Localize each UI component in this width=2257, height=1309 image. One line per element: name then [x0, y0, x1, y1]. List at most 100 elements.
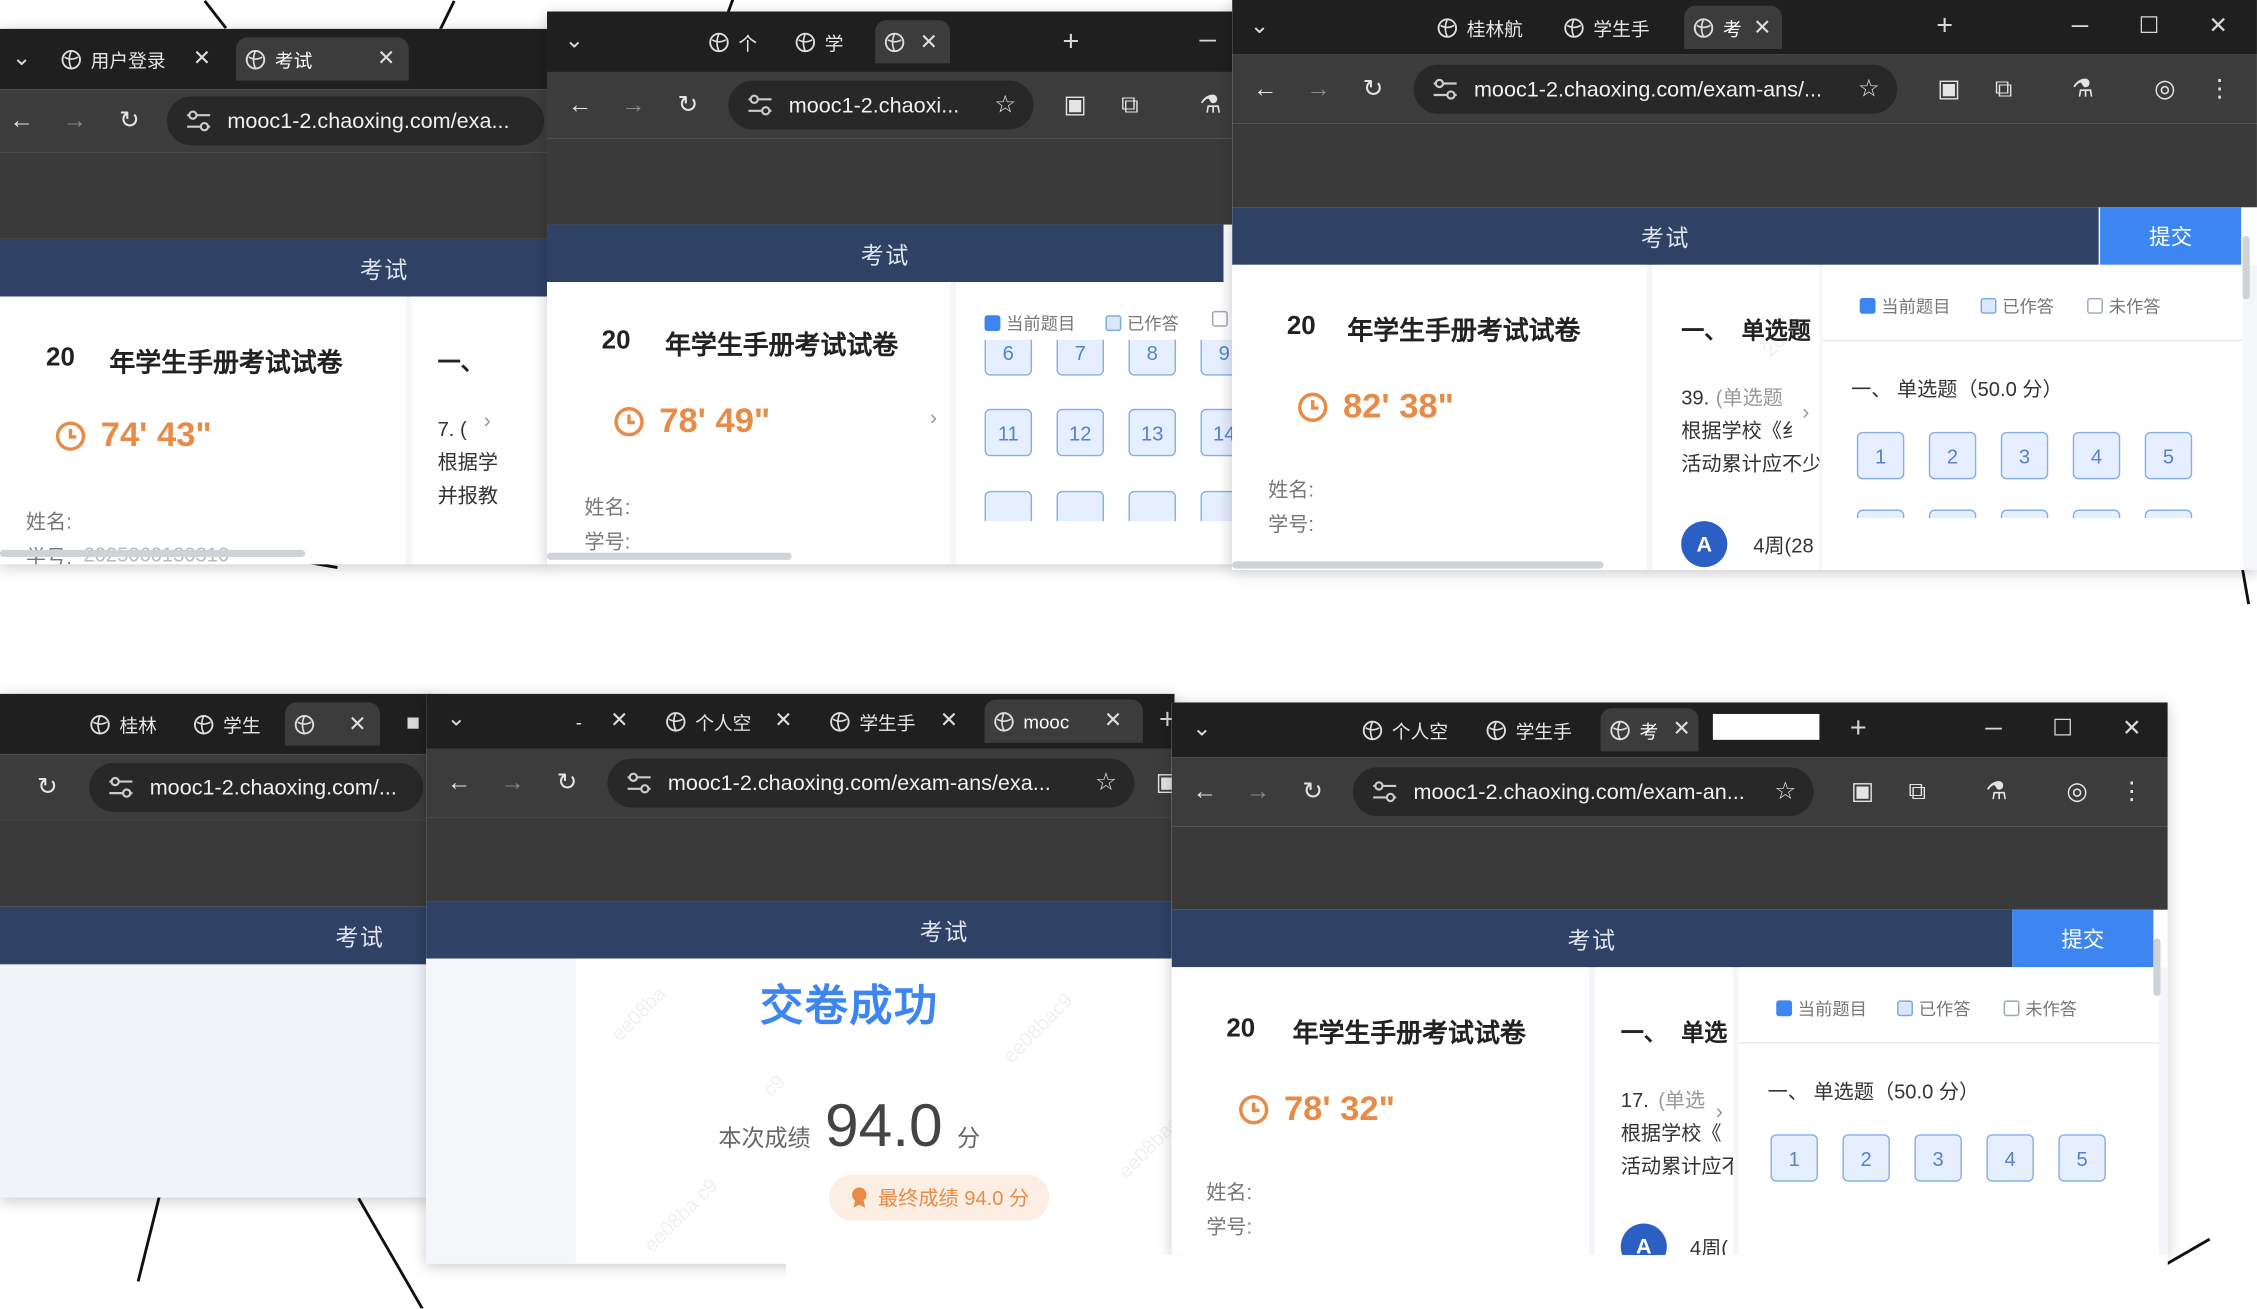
submit-button[interactable]: 提交: [2100, 207, 2242, 265]
menu-icon[interactable]: ⋮: [2204, 73, 2236, 105]
tab-student-handbook[interactable]: 学生手: [820, 700, 935, 743]
question-button-3[interactable]: 3: [1914, 1134, 1962, 1182]
lab-flask-icon[interactable]: ⚗: [1981, 776, 2013, 808]
tab-personal[interactable]: 个: [700, 20, 772, 63]
forward-icon[interactable]: →: [618, 89, 650, 121]
question-button-11[interactable]: 11: [984, 408, 1033, 457]
address-bar[interactable]: mooc1-2.chaoxing.com/exam-ans/... ☆: [1413, 64, 1898, 114]
question-button-2[interactable]: 2: [1928, 431, 1977, 480]
reload-icon[interactable]: ↻: [551, 767, 583, 799]
window-close-icon[interactable]: ✕: [2119, 717, 2145, 743]
question-button[interactable]: [1928, 509, 1977, 519]
question-button-4[interactable]: 4: [2072, 431, 2121, 480]
close-icon[interactable]: ✕: [193, 48, 211, 70]
minimize-icon[interactable]: ─: [1195, 29, 1221, 55]
question-button[interactable]: [2000, 509, 2049, 519]
window-close-icon[interactable]: ✕: [2205, 14, 2231, 40]
question-button[interactable]: [2144, 509, 2193, 519]
tab-dash[interactable]: -: [567, 700, 610, 743]
question-button-5[interactable]: 5: [2058, 1134, 2106, 1182]
tab-student-handbook[interactable]: 学生手: [1555, 6, 1667, 49]
close-icon[interactable]: ✕: [1673, 718, 1691, 740]
question-button[interactable]: [984, 490, 1033, 522]
close-icon[interactable]: ✕: [1753, 17, 1771, 39]
minimize-icon[interactable]: ─: [2067, 14, 2093, 40]
bookmark-star-icon[interactable]: ☆: [1858, 75, 1880, 104]
horizontal-scrollbar[interactable]: [546, 552, 792, 560]
back-icon[interactable]: ←: [1249, 73, 1281, 105]
question-button-7[interactable]: 7: [1056, 339, 1105, 376]
question-button-4[interactable]: 4: [1986, 1134, 2034, 1182]
new-tab-icon[interactable]: +: [1845, 714, 1871, 743]
question-button-8[interactable]: 8: [1128, 339, 1176, 376]
lab-flask-icon[interactable]: ⚗: [1195, 89, 1227, 121]
horizontal-scrollbar[interactable]: [1232, 561, 1604, 569]
reload-icon[interactable]: ↻: [1357, 73, 1389, 105]
reader-mode-icon[interactable]: ▣: [1059, 89, 1091, 121]
tab-search-icon[interactable]: ⌄: [1189, 717, 1215, 743]
tab-search-icon[interactable]: ⌄: [9, 46, 35, 72]
reload-icon[interactable]: ↻: [1297, 776, 1329, 808]
bookmark-star-icon[interactable]: ☆: [994, 91, 1016, 120]
close-icon[interactable]: ✕: [920, 32, 938, 54]
new-tab-icon[interactable]: +: [1932, 12, 1958, 41]
close-icon[interactable]: ✕: [348, 714, 366, 736]
reload-icon[interactable]: ↻: [114, 105, 146, 137]
address-bar[interactable]: mooc1-2.chaoxing.com/exam-an... ☆: [1353, 767, 1814, 817]
extensions-icon[interactable]: ⧉: [1901, 776, 1933, 808]
question-button-12[interactable]: 12: [1056, 408, 1105, 457]
chevron-right-icon[interactable]: ›: [1802, 400, 1809, 424]
tab-exam[interactable]: [875, 20, 951, 64]
tab-guilin[interactable]: 桂林: [81, 702, 170, 745]
address-bar[interactable]: mooc1-2.chaoxing.com/exam-ans/exa... ☆: [607, 758, 1135, 808]
back-icon[interactable]: ←: [1189, 776, 1221, 808]
close-icon[interactable]: ✕: [377, 48, 395, 70]
tab-student[interactable]: 学: [786, 20, 858, 63]
question-button-5[interactable]: 5: [2144, 431, 2193, 480]
question-button-2[interactable]: 2: [1842, 1134, 1890, 1182]
lab-flask-icon[interactable]: ⚗: [2067, 73, 2099, 105]
reload-icon[interactable]: ↻: [672, 89, 704, 121]
tab-personal-space[interactable]: 个人空: [1353, 708, 1462, 751]
menu-icon[interactable]: ⋮: [2116, 776, 2148, 808]
minimize-icon[interactable]: ─: [1981, 717, 2007, 743]
profile-icon[interactable]: ◎: [2149, 73, 2181, 105]
bookmark-star-icon[interactable]: ☆: [1774, 777, 1796, 806]
forward-icon[interactable]: →: [497, 767, 529, 799]
question-button[interactable]: [1128, 490, 1176, 522]
question-button-6[interactable]: 6: [984, 339, 1033, 376]
maximize-icon[interactable]: ☐: [2050, 717, 2076, 743]
close-icon[interactable]: ✕: [610, 710, 628, 732]
question-button[interactable]: [2072, 509, 2121, 519]
back-icon[interactable]: ←: [6, 105, 38, 137]
extensions-icon[interactable]: ⧉: [1114, 89, 1146, 121]
address-bar[interactable]: mooc1-2.chaoxing.com/...: [89, 762, 424, 812]
new-tab-icon[interactable]: +: [1058, 27, 1084, 56]
close-icon[interactable]: ✕: [774, 710, 792, 732]
vertical-scrollbar[interactable]: [2242, 236, 2250, 300]
back-icon[interactable]: ←: [443, 767, 475, 799]
forward-icon[interactable]: →: [1242, 776, 1274, 808]
question-button-1[interactable]: 1: [1770, 1134, 1818, 1182]
close-icon[interactable]: ✕: [940, 710, 958, 732]
address-bar[interactable]: mooc1-2.chaoxi... ☆: [728, 80, 1034, 130]
reload-icon[interactable]: ↻: [32, 772, 64, 804]
tab-search-icon[interactable]: ⌄: [1247, 14, 1273, 40]
chevron-right-icon[interactable]: ›: [484, 409, 491, 433]
reader-mode-icon[interactable]: ▣: [1847, 776, 1879, 808]
vertical-scrollbar[interactable]: [2153, 938, 2161, 997]
question-button-13[interactable]: 13: [1128, 408, 1176, 457]
maximize-icon[interactable]: ☐: [2136, 14, 2162, 40]
tab-group-icon[interactable]: ■: [400, 711, 426, 737]
question-button[interactable]: [1056, 490, 1105, 522]
extensions-icon[interactable]: ⧉: [1988, 73, 2020, 105]
question-button-3[interactable]: 3: [2000, 431, 2049, 480]
tab-student[interactable]: 学生: [184, 702, 273, 745]
tab-search-icon[interactable]: ⌄: [443, 707, 469, 733]
submit-button[interactable]: 提交: [2012, 909, 2154, 968]
horizontal-scrollbar[interactable]: [0, 549, 306, 558]
forward-icon[interactable]: →: [59, 105, 91, 137]
tab-personal-space[interactable]: 个人空: [656, 700, 771, 743]
question-button[interactable]: [1856, 509, 1905, 519]
chevron-right-icon[interactable]: ›: [930, 406, 937, 430]
